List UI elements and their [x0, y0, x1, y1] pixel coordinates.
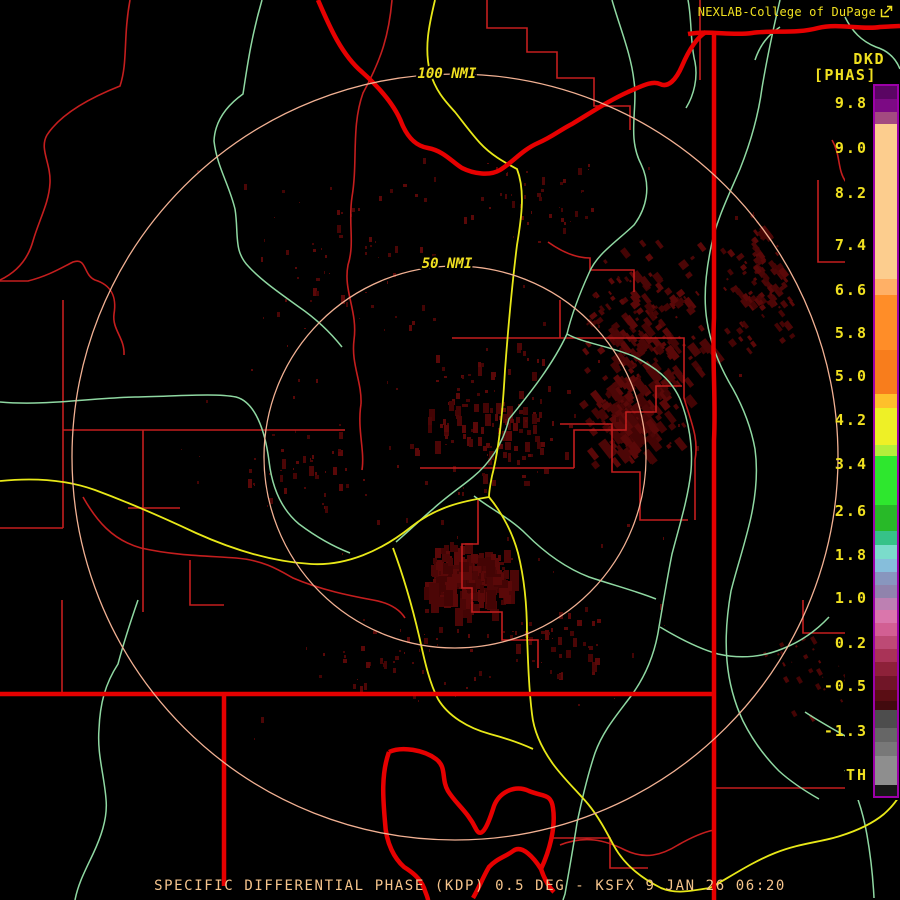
colorbar-segment — [875, 690, 897, 701]
colorbar-segment — [875, 350, 897, 394]
range-rings-layer — [71, 73, 839, 841]
colorbar-segment — [875, 531, 897, 545]
colorbar-segment — [875, 124, 897, 279]
colorbar-segment — [875, 99, 897, 112]
colorbar-segment — [875, 86, 897, 99]
colorbar-segment — [875, 394, 897, 408]
colorbar-segment — [875, 408, 897, 445]
colorbar-tick-label: 5.8 — [834, 324, 868, 342]
external-link-icon[interactable] — [879, 4, 894, 19]
colorbar-segment — [875, 742, 897, 756]
colorbar-tick-label: 3.4 — [834, 455, 868, 473]
colorbar-segment — [875, 112, 897, 124]
colorbar-segment — [875, 585, 897, 598]
range-ring-100nmi — [71, 73, 839, 841]
colorbar — [873, 84, 899, 798]
colorbar-segment — [875, 756, 897, 785]
colorbar-segment — [875, 662, 897, 676]
colorbar-segment — [875, 598, 897, 610]
colorbar-tick-label: 8.2 — [834, 184, 868, 202]
colorbar-tick-label: TH — [845, 766, 868, 784]
highways-layer — [0, 0, 900, 893]
colorbar-tick-label: 9.8 — [834, 94, 868, 112]
colorbar-tick-label: 2.6 — [834, 502, 868, 520]
colorbar-tick-label: 1.0 — [834, 589, 868, 607]
radar-map: 100 NMI 50 NMI — [0, 0, 900, 900]
colorbar-tick-label: 0.2 — [834, 634, 868, 652]
colorbar-segment — [875, 636, 897, 649]
outer-ring-label: 100 NMI — [417, 66, 477, 82]
colorbar-segment — [875, 701, 897, 710]
colorbar-segment — [875, 445, 897, 456]
colorbar-segment — [875, 559, 897, 572]
colorbar-segment — [875, 710, 897, 728]
colorbar-tick-label: -0.5 — [823, 677, 868, 695]
colorbar-tick-label: 5.0 — [834, 367, 868, 385]
product-title: SPECIFIC DIFFERENTIAL PHASE (KDP) 0.5 DE… — [154, 878, 786, 894]
colorbar-segment — [875, 456, 897, 505]
colorbar-segment — [875, 649, 897, 662]
colorbar-tick-label: 1.8 — [834, 546, 868, 564]
header-brand: NEXLAB-College of DuPage — [697, 5, 876, 19]
county-lines-layer — [0, 0, 900, 869]
colorbar-segment — [875, 676, 897, 690]
radar-echoes-layer — [181, 158, 856, 740]
colorbar-units-label: [PHAS] — [813, 66, 877, 84]
colorbar-tick-label: 7.4 — [834, 236, 868, 254]
rivers-layer — [0, 0, 900, 900]
colorbar-segment — [875, 279, 897, 295]
colorbar-segment — [875, 505, 897, 531]
colorbar-tick-label: 9.0 — [834, 139, 868, 157]
colorbar-segment — [875, 610, 897, 623]
colorbar-segment — [875, 623, 897, 636]
radar-display: 100 NMI 50 NMI 9.8 9.0 8.2 7.4 6.6 5.8 5.0 4.2 3.… — [0, 0, 900, 900]
inner-ring-label: 50 NMI — [422, 256, 473, 272]
colorbar-segment — [875, 545, 897, 559]
colorbar-segment — [875, 785, 897, 796]
state-borders-layer — [0, 0, 900, 900]
colorbar-segment — [875, 728, 897, 742]
colorbar-tick-label: 4.2 — [834, 411, 868, 429]
colorbar-segment — [875, 295, 897, 350]
colorbar-segment — [875, 572, 897, 585]
colorbar-tick-label: 6.6 — [834, 281, 868, 299]
colorbar-tick-label: -1.3 — [823, 722, 868, 740]
